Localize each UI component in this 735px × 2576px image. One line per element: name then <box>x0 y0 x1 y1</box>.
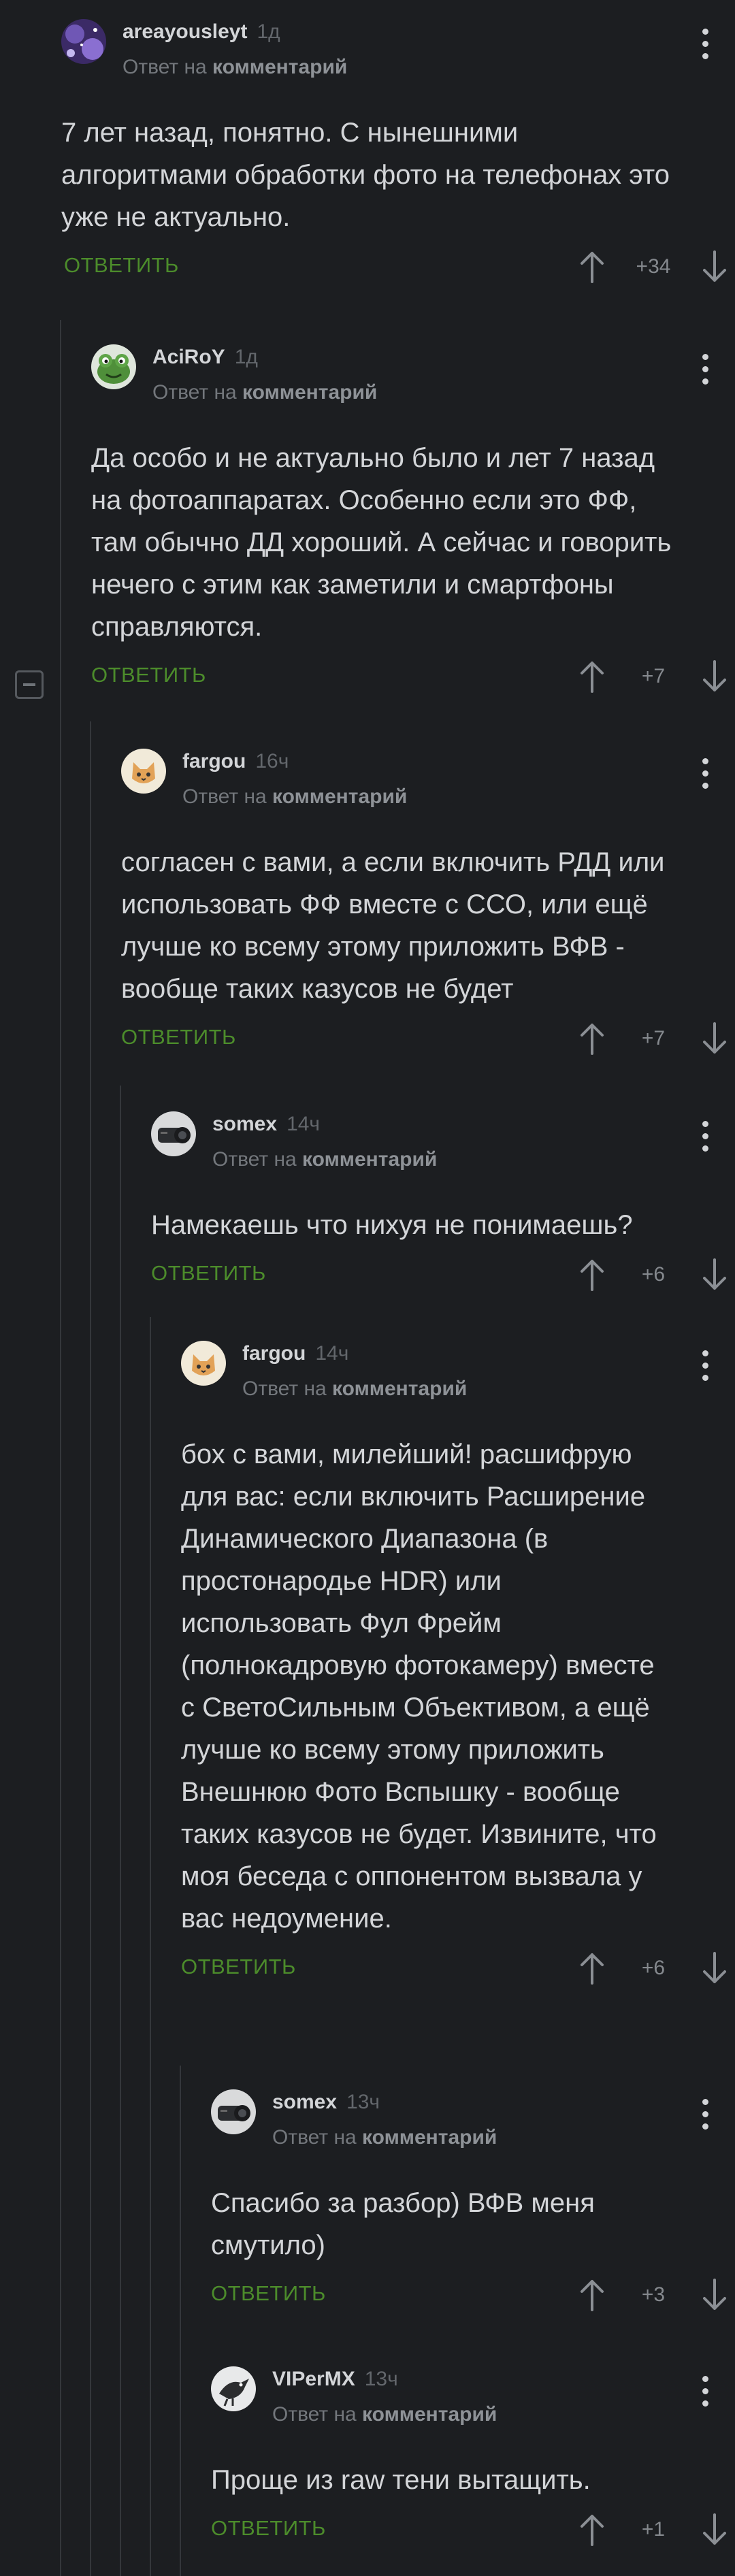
comment-time: 1д <box>257 20 280 43</box>
reply-to: Ответ на комментарий <box>122 56 348 78</box>
rating-count: +34 <box>636 255 671 278</box>
author-name[interactable]: somex <box>272 2091 337 2113</box>
reply-to: Ответ на комментарий <box>212 1148 438 1171</box>
reply-button[interactable]: ОТВЕТИТЬ <box>151 1261 266 1286</box>
reply-target-link[interactable]: комментарий <box>362 2403 497 2426</box>
reply-target-link[interactable]: комментарий <box>332 1377 467 1400</box>
thread-line-5 <box>180 2066 181 2576</box>
arrow-up-icon[interactable] <box>578 1022 606 1055</box>
author-name[interactable]: VIPerMX <box>272 2368 355 2390</box>
rating-count: +1 <box>641 2518 666 2541</box>
reply-to: Ответ на комментарий <box>272 2126 497 2149</box>
more-vertical-icon[interactable] <box>691 753 719 794</box>
arrow-down-icon[interactable] <box>701 2279 728 2311</box>
rating-count: +7 <box>641 1027 666 1049</box>
avatar[interactable] <box>181 1341 226 1386</box>
vote-control: +3 <box>578 2275 728 2315</box>
avatar[interactable] <box>211 2366 256 2411</box>
arrow-up-icon[interactable] <box>578 250 606 283</box>
comment-text: Проще из raw тени вытащить. <box>211 2465 591 2495</box>
comment-time: 14ч <box>287 1113 321 1135</box>
avatar[interactable] <box>121 749 166 794</box>
author-name[interactable]: AciRoY <box>152 346 225 368</box>
more-vertical-icon[interactable] <box>691 23 719 64</box>
collapse-thread-icon[interactable] <box>15 670 44 699</box>
author-name[interactable]: somex <box>212 1113 277 1135</box>
more-vertical-icon[interactable] <box>691 1115 719 1156</box>
comment: AciRoY 1д Ответ на комментарий Да особо и… <box>91 344 726 697</box>
comment-time: 13ч <box>364 2368 398 2390</box>
comment-time: 1д <box>234 346 258 368</box>
avatar[interactable] <box>211 2089 256 2134</box>
comment-time: 16ч <box>255 750 289 772</box>
author-name[interactable]: fargou <box>182 750 246 772</box>
rating-count: +7 <box>641 665 666 687</box>
vote-control: +34 <box>578 246 728 287</box>
comment-time: 13ч <box>346 2091 380 2113</box>
arrow-down-icon[interactable] <box>701 1258 728 1291</box>
arrow-up-icon[interactable] <box>578 2513 606 2546</box>
reply-target-link[interactable]: комментарий <box>242 381 377 404</box>
comment-text: Спасибо за разбор) ВФВ меня смутило) <box>211 2188 603 2260</box>
reply-button[interactable]: ОТВЕТИТЬ <box>64 253 179 278</box>
comment-text: Намекаешь что нихуя не понимаешь? <box>151 1210 633 1240</box>
arrow-up-icon[interactable] <box>578 1258 606 1291</box>
author-name[interactable]: areayousleyt <box>122 20 247 43</box>
thread-line-3 <box>120 1086 121 2576</box>
more-vertical-icon[interactable] <box>691 348 719 389</box>
reply-button[interactable]: ОТВЕТИТЬ <box>121 1025 236 1049</box>
vote-control: +7 <box>578 656 728 697</box>
arrow-down-icon[interactable] <box>701 660 728 693</box>
arrow-down-icon[interactable] <box>701 1022 728 1055</box>
reply-to: Ответ на комментарий <box>152 381 378 404</box>
comment-text: 7 лет назад, понятно. С нынешними алгори… <box>61 118 678 232</box>
arrow-up-icon[interactable] <box>578 2279 606 2311</box>
vote-control: +6 <box>578 1948 728 1989</box>
thread-line-2 <box>90 721 91 2576</box>
reply-target-link[interactable]: комментарий <box>302 1148 437 1171</box>
reply-to: Ответ на комментарий <box>182 785 408 808</box>
author-name[interactable]: fargou <box>242 1342 306 1365</box>
comment: areayousleyt 1д Ответ на комментарий 7 ле… <box>61 19 726 287</box>
reply-to: Ответ на комментарий <box>242 1377 468 1400</box>
comment: somex 13ч Ответ на комментарий Спасибо за… <box>211 2089 726 2315</box>
arrow-down-icon[interactable] <box>701 250 728 283</box>
more-vertical-icon[interactable] <box>691 1345 719 1386</box>
comment-text: Да особо и не актуально было и лет 7 наз… <box>91 443 679 642</box>
more-vertical-icon[interactable] <box>691 2370 719 2411</box>
more-vertical-icon[interactable] <box>691 2093 719 2134</box>
vote-control: +7 <box>578 1018 728 1059</box>
avatar[interactable] <box>91 344 136 389</box>
reply-button[interactable]: ОТВЕТИТЬ <box>211 2281 326 2306</box>
comment: fargou 14ч Ответ на комментарий бох с вам… <box>181 1341 726 1989</box>
arrow-up-icon[interactable] <box>578 660 606 693</box>
reply-button[interactable]: ОТВЕТИТЬ <box>91 663 206 687</box>
reply-button[interactable]: ОТВЕТИТЬ <box>181 1955 296 1979</box>
arrow-up-icon[interactable] <box>578 1952 606 1985</box>
avatar[interactable] <box>61 19 106 64</box>
rating-count: +6 <box>641 1957 666 1979</box>
vote-control: +6 <box>578 1254 728 1295</box>
comment-time: 14ч <box>315 1342 349 1365</box>
avatar[interactable] <box>151 1111 196 1156</box>
thread-line-4 <box>150 1317 151 2576</box>
comment: VIPerMX 13ч Ответ на комментарий Проще из… <box>211 2366 726 2550</box>
reply-target-link[interactable]: комментарий <box>212 56 347 78</box>
vote-control: +1 <box>578 2509 728 2550</box>
arrow-down-icon[interactable] <box>701 2513 728 2546</box>
arrow-down-icon[interactable] <box>701 1952 728 1985</box>
comment: fargou 16ч Ответ на комментарий согласен … <box>121 749 726 1059</box>
comment-text: бох с вами, милейший! расшифрую для вас:… <box>181 1439 664 1934</box>
comment-text: согласен с вами, а если включить РДД или… <box>121 847 672 1004</box>
reply-to: Ответ на комментарий <box>272 2403 497 2426</box>
reply-target-link[interactable]: комментарий <box>272 785 407 808</box>
rating-count: +3 <box>641 2283 666 2306</box>
thread-line-1 <box>60 320 61 2576</box>
reply-target-link[interactable]: комментарий <box>362 2126 497 2149</box>
comment: somex 14ч Ответ на комментарий Намекаешь … <box>151 1111 726 1295</box>
reply-button[interactable]: ОТВЕТИТЬ <box>211 2516 326 2541</box>
rating-count: +6 <box>641 1263 666 1286</box>
